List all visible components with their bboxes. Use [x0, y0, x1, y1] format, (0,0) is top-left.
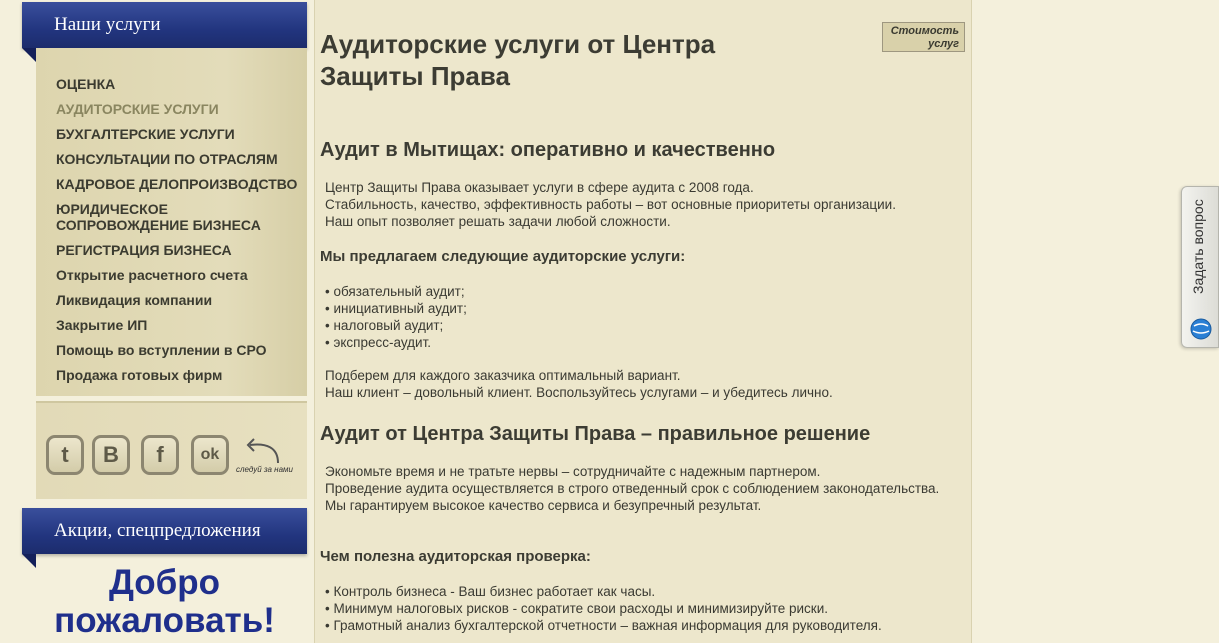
facebook-icon[interactable]: f [141, 435, 179, 475]
menu-item-close-ip[interactable]: Закрытие ИП [56, 317, 307, 333]
ask-question-tab[interactable]: Задать вопрос [1181, 186, 1219, 348]
menu-item-sro-help[interactable]: Помощь во вступлении в СРО [56, 342, 307, 358]
reason-line: Мы гарантируем высокое качество сервиса … [325, 498, 762, 513]
facebook-glyph: f [156, 442, 164, 467]
subheading-benefits: Чем полезна аудиторская проверка: [320, 548, 591, 565]
menu-item-evaluation[interactable]: ОЦЕНКА [56, 76, 307, 92]
odnoklassniki-glyph: ok [200, 446, 220, 463]
list-item: • Контроль бизнеса - Ваш бизнес работает… [325, 584, 656, 599]
intro-paragraph: Центр Защиты Права оказывает услуги в сф… [325, 179, 961, 230]
promo-heading: Акции, спецпредложения [22, 508, 307, 568]
sidebar: Наши услуги ОЦЕНКА АУДИТОРСКИЕ УСЛУГИ БУ… [22, 0, 308, 643]
menu-item-open-account[interactable]: Открытие расчетного счета [56, 267, 307, 283]
section-heading-audit-mytishchi: Аудит в Мытищах: оперативно и качественн… [320, 139, 776, 161]
subheading-services: Мы предлагаем следующие аудиторские услу… [320, 248, 686, 265]
curved-arrow-icon [246, 438, 279, 464]
services-list: • обязательный аудит; • инициативный ауд… [325, 283, 961, 351]
page-title: Аудиторские услуги от Центра Защиты Прав… [320, 29, 716, 91]
welcome-line-2: пожаловать! [54, 601, 275, 640]
menu-item-hr-records[interactable]: КАДРОВОЕ ДЕЛОПРОИЗВОДСТВО [56, 176, 307, 192]
menu-item-industry-consulting[interactable]: КОНСУЛЬТАЦИИ ПО ОТРАСЛЯМ [56, 151, 307, 167]
list-item: • налоговый аудит; [325, 318, 444, 333]
list-item: • обязательный аудит; [325, 284, 465, 299]
price-button[interactable]: Стоимость услуг [882, 22, 965, 52]
list-item: • Минимум налоговых рисков - сократите с… [325, 601, 828, 616]
list-item: • Грамотный анализ бухгалтерской отчетно… [325, 618, 882, 633]
main-content: Аудиторские услуги от Центра Защиты Прав… [314, 0, 972, 643]
offer-paragraph: Подберем для каждого заказчика оптимальн… [325, 367, 961, 401]
menu-item-business-registration[interactable]: РЕГИСТРАЦИЯ БИЗНЕСА [56, 242, 307, 258]
vk-glyph: B [103, 442, 119, 467]
vk-icon[interactable]: B [92, 435, 130, 475]
services-heading: Наши услуги [22, 2, 307, 62]
services-menu: ОЦЕНКА АУДИТОРСКИЕ УСЛУГИ БУХГАЛТЕРСКИЕ … [36, 48, 307, 383]
benefits-list: • Контроль бизнеса - Ваш бизнес работает… [325, 583, 961, 634]
intro-line: Наш опыт позволяет решать задачи любой с… [325, 214, 671, 229]
menu-item-accounting[interactable]: БУХГАЛТЕРСКИЕ УСЛУГИ [56, 126, 307, 142]
intro-line: Центр Защиты Права оказывает услуги в сф… [325, 180, 754, 195]
offer-line: Наш клиент – довольный клиент. Воспользу… [325, 385, 833, 400]
menu-item-audit[interactable]: АУДИТОРСКИЕ УСЛУГИ [56, 101, 307, 117]
welcome-line-1: Добро [108, 563, 221, 602]
reason-line: Проведение аудита осуществляется в строг… [325, 481, 940, 496]
section-heading-right-choice: Аудит от Центра Защиты Права – правильно… [320, 423, 871, 445]
follow-us-label: следуй за нами [236, 465, 293, 474]
list-item: • инициативный аудит; [325, 301, 467, 316]
reason-line: Экономьте время и не тратьте нервы – сот… [325, 464, 821, 479]
ask-question-label: Задать вопрос [1190, 199, 1206, 294]
globe-icon [1190, 318, 1212, 340]
odnoklassniki-icon[interactable]: ok [191, 435, 229, 475]
list-item: • экспресс-аудит. [325, 335, 432, 350]
twitter-glyph: t [61, 442, 69, 467]
services-menu-panel: ОЦЕНКА АУДИТОРСКИЕ УСЛУГИ БУХГАЛТЕРСКИЕ … [36, 48, 307, 396]
menu-item-legal-support[interactable]: ЮРИДИЧЕСКОЕ СОПРОВОЖДЕНИЕ БИЗНЕСА [56, 201, 296, 233]
social-panel: t B f ok следуй за нами [36, 401, 307, 499]
offer-line: Подберем для каждого заказчика оптимальн… [325, 368, 681, 383]
welcome-banner[interactable]: Добро пожаловать! [22, 564, 307, 640]
menu-item-liquidation[interactable]: Ликвидация компании [56, 292, 307, 308]
twitter-icon[interactable]: t [46, 435, 84, 475]
intro-line: Стабильность, качество, эффективность ра… [325, 197, 896, 212]
reasons-paragraph: Экономьте время и не тратьте нервы – сот… [325, 463, 961, 514]
menu-item-ready-firms[interactable]: Продажа готовых фирм [56, 367, 307, 383]
